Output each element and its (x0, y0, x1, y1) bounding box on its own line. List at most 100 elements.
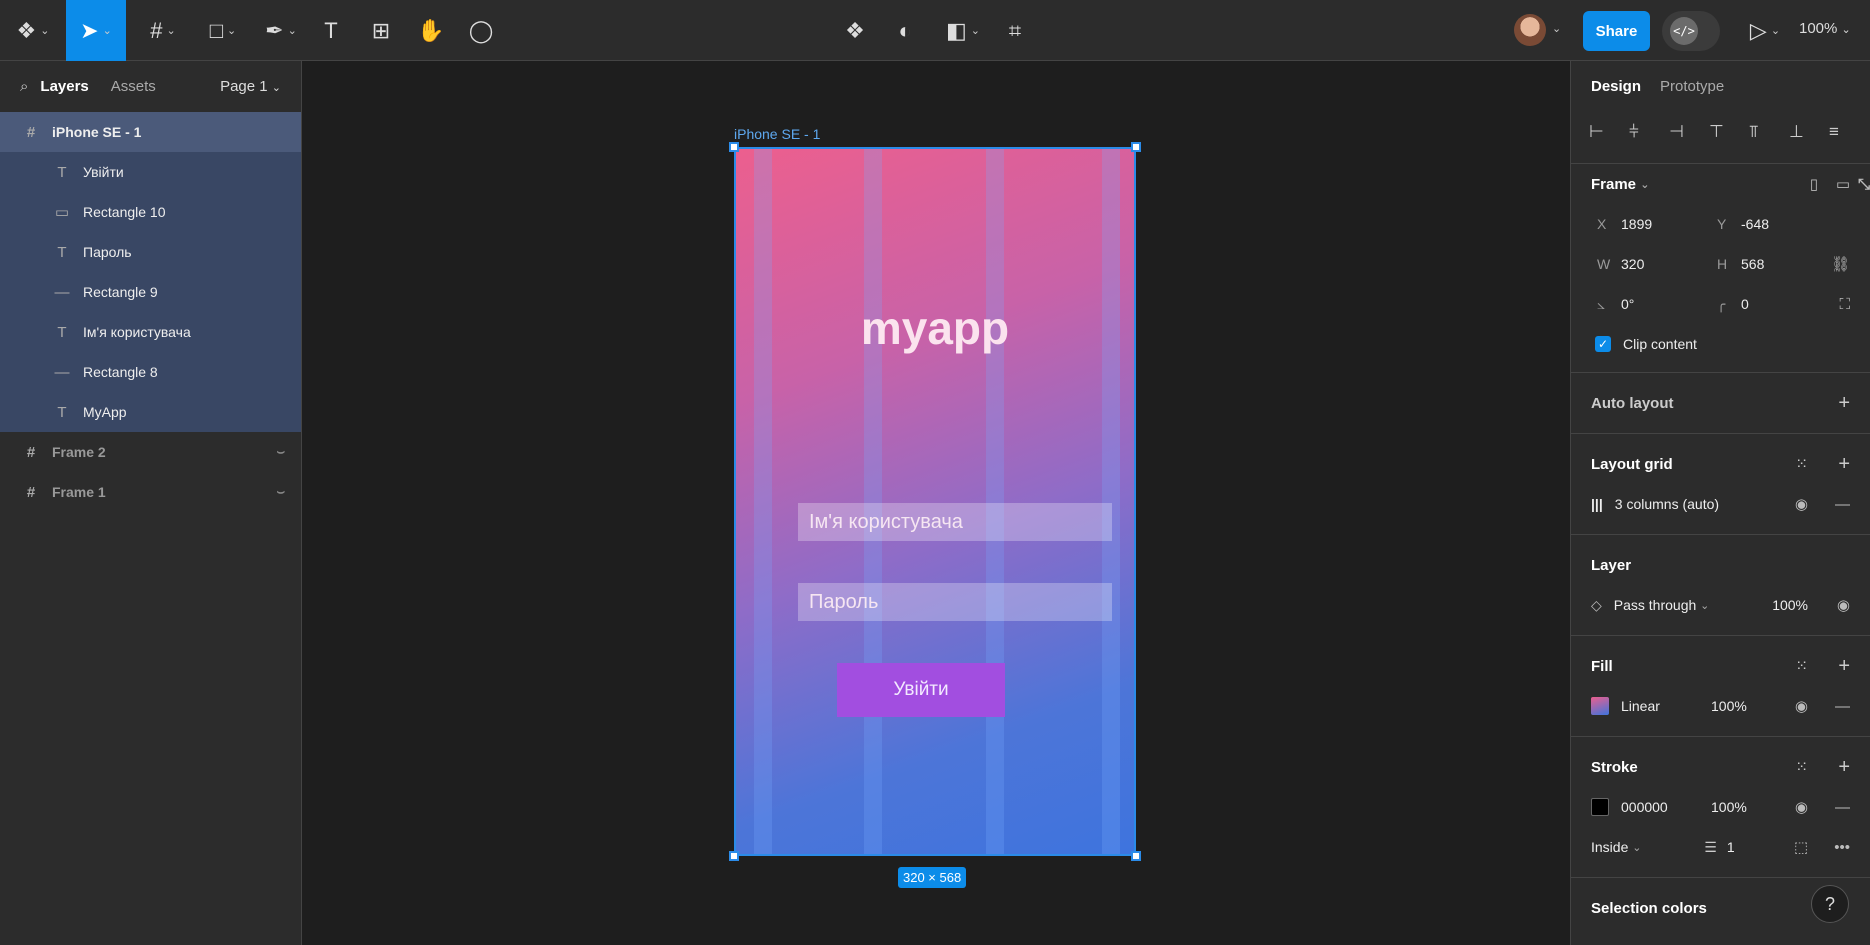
layer-item[interactable]: ▭ Rectangle 10 (0, 192, 301, 232)
tab-design[interactable]: Design (1591, 78, 1641, 95)
present-button[interactable]: ▷ ⌄ (1745, 0, 1785, 61)
layer-label: iPhone SE - 1 (52, 124, 142, 140)
login-button[interactable]: Увійти (837, 663, 1005, 717)
tab-prototype[interactable]: Prototype (1660, 78, 1724, 95)
chevron-down-icon: ⌄ (1632, 841, 1642, 854)
username-field[interactable]: Ім'я користувача (798, 503, 1112, 541)
chevron-down-icon[interactable]: ⌄ (1552, 22, 1561, 35)
align-top-icon[interactable]: ⊤ (1709, 122, 1749, 142)
stroke-position-select[interactable]: Inside (1591, 839, 1628, 855)
iphone-frame[interactable]: myapp Ім'я користувача Пароль Увійти (734, 147, 1136, 856)
x-input[interactable]: 1899 (1621, 216, 1711, 232)
independent-corners-icon[interactable]: ⛶ (1839, 296, 1850, 313)
tab-assets[interactable]: Assets (111, 78, 156, 95)
align-center-h-icon[interactable]: ⫩ (1629, 122, 1669, 142)
clip-content-checkbox[interactable]: ✓ (1595, 336, 1611, 352)
main-menu-button[interactable]: ❖ ⌄ (10, 0, 56, 61)
plus-icon[interactable]: + (1838, 756, 1850, 779)
resize-handle[interactable] (1131, 142, 1141, 152)
align-left-icon[interactable]: ⊢ (1589, 122, 1629, 142)
comment-tool-button[interactable]: ◯ (466, 0, 496, 61)
component-button[interactable]: ❖ (840, 0, 870, 61)
eye-icon[interactable]: ◉ (1837, 596, 1850, 614)
crop-button[interactable]: ⌗ (1000, 0, 1030, 61)
styles-icon[interactable]: ⁙ (1795, 758, 1808, 776)
layer-label: Rectangle 8 (83, 364, 158, 380)
align-right-icon[interactable]: ⊣ (1669, 122, 1709, 142)
minus-icon[interactable]: — (1835, 698, 1850, 715)
plus-icon[interactable]: + (1838, 453, 1850, 476)
stroke-swatch[interactable] (1591, 798, 1609, 816)
layer-item[interactable]: — Rectangle 9 (0, 272, 301, 312)
height-input[interactable]: 568 (1741, 256, 1831, 272)
styles-icon[interactable]: ⁙ (1795, 657, 1808, 675)
layer-frame[interactable]: # Frame 1 ⌣ (0, 472, 301, 512)
width-input[interactable]: 320 (1621, 256, 1711, 272)
page-selector[interactable]: Page 1 ⌄ (220, 78, 281, 95)
layer-opacity-input[interactable]: 100% (1772, 597, 1808, 613)
styles-icon[interactable]: ⁙ (1795, 455, 1808, 473)
resize-handle[interactable] (1131, 851, 1141, 861)
more-icon[interactable]: ••• (1834, 839, 1850, 856)
boolean-button[interactable]: ◧ ⌄ (940, 0, 986, 61)
fill-type[interactable]: Linear (1621, 698, 1711, 714)
grid-value[interactable]: 3 columns (auto) (1615, 496, 1719, 512)
zoom-level[interactable]: 100% ⌄ (1799, 20, 1851, 37)
stroke-weight-input[interactable]: 1 (1727, 839, 1735, 855)
plus-icon[interactable]: + (1838, 655, 1850, 678)
y-input[interactable]: -648 (1741, 216, 1831, 232)
hidden-eye-icon[interactable]: ⌣ (276, 484, 285, 500)
layer-frame-selected[interactable]: # iPhone SE - 1 (0, 112, 301, 152)
shape-tool-button[interactable]: □ ⌄ (200, 0, 246, 61)
resize-handle[interactable] (729, 851, 739, 861)
columns-icon[interactable]: ||| (1591, 496, 1603, 512)
layer-item[interactable]: T Пароль (0, 232, 301, 272)
hidden-eye-icon[interactable]: ⌣ (276, 444, 285, 460)
app-title[interactable]: myapp (736, 301, 1134, 355)
frame-title[interactable]: Frame ⌄ ▯ ▭ ⤡ (1591, 164, 1870, 204)
resize-handle[interactable] (729, 142, 739, 152)
avatar[interactable] (1514, 14, 1546, 46)
move-tool-button[interactable]: ➤ ⌄ (66, 0, 126, 61)
eye-icon[interactable]: ◉ (1795, 495, 1808, 513)
layer-frame[interactable]: # Frame 2 ⌣ (0, 432, 301, 472)
distribute-icon[interactable]: ≡ (1829, 122, 1869, 142)
radius-input[interactable]: 0 (1741, 296, 1831, 312)
portrait-icon[interactable]: ▯ (1810, 175, 1818, 193)
plus-icon[interactable]: + (1838, 392, 1850, 415)
align-middle-v-icon[interactable]: ⫪ (1749, 122, 1789, 142)
resources-button[interactable]: ⊞ (366, 0, 396, 61)
eye-icon[interactable]: ◉ (1795, 798, 1808, 816)
share-button[interactable]: Share (1583, 11, 1650, 51)
crop-icon: ⌗ (1008, 17, 1022, 43)
search-icon[interactable]: ⌕ (20, 78, 28, 95)
layer-item[interactable]: — Rectangle 8 (0, 352, 301, 392)
stroke-opacity-input[interactable]: 100% (1711, 799, 1747, 815)
blend-mode-select[interactable]: Pass through (1614, 597, 1697, 613)
minus-icon[interactable]: — (1835, 496, 1850, 513)
stroke-sides-icon[interactable]: ⬚ (1794, 838, 1808, 856)
rotation-input[interactable]: 0° (1621, 296, 1711, 312)
layer-item[interactable]: T MyApp (0, 392, 301, 432)
align-bottom-icon[interactable]: ⊥ (1789, 122, 1829, 142)
mask-button[interactable]: ◐ (890, 0, 920, 61)
help-button[interactable]: ? (1811, 885, 1849, 923)
frame-label[interactable]: iPhone SE - 1 (734, 126, 820, 142)
password-field[interactable]: Пароль (798, 583, 1112, 621)
fill-swatch[interactable] (1591, 697, 1609, 715)
dev-mode-toggle[interactable]: </> (1662, 11, 1720, 51)
pen-tool-button[interactable]: ✒ ⌄ (258, 0, 304, 61)
frame-tool-button[interactable]: # ⌄ (140, 0, 186, 61)
layer-item[interactable]: T Увійти (0, 152, 301, 192)
fit-icon[interactable]: ⤡ (1858, 176, 1870, 193)
hand-tool-button[interactable]: ✋ (416, 0, 446, 61)
constrain-proportions-icon[interactable]: ⛓ (1831, 255, 1850, 273)
minus-icon[interactable]: — (1835, 799, 1850, 816)
stroke-color-input[interactable]: 000000 (1621, 799, 1711, 815)
landscape-icon[interactable]: ▭ (1836, 175, 1850, 193)
fill-opacity-input[interactable]: 100% (1711, 698, 1747, 714)
tab-layers[interactable]: Layers (40, 78, 88, 95)
layer-item[interactable]: T Ім'я користувача (0, 312, 301, 352)
eye-icon[interactable]: ◉ (1795, 697, 1808, 715)
text-tool-button[interactable]: T (316, 0, 346, 61)
